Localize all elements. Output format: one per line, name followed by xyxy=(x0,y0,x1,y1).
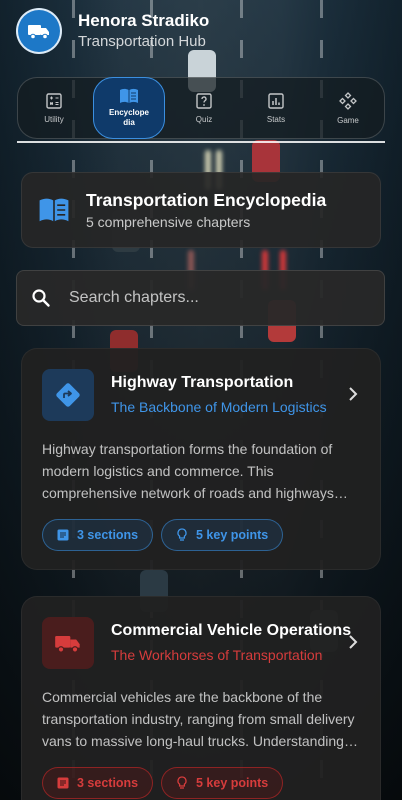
nav-label: Utility xyxy=(44,114,64,124)
search-bar xyxy=(16,270,385,326)
chapter-icon-box xyxy=(42,369,94,421)
gamepad-icon xyxy=(339,91,357,110)
chapter-subtitle: The Workhorses of Transportation xyxy=(111,647,323,663)
book-icon xyxy=(120,88,138,103)
nav-item-encyclopedia[interactable]: Encyclope dia xyxy=(93,77,165,139)
page-title: Transportation Encyclopedia xyxy=(86,190,327,210)
sections-badge: 3 sections xyxy=(42,519,154,551)
nav-item-utility[interactable]: Utility xyxy=(21,79,87,137)
nav-label: Game xyxy=(337,115,359,125)
sections-count: 3 sections xyxy=(77,528,139,542)
chevron-right-icon[interactable] xyxy=(348,386,358,402)
key-points-badge: 5 key points xyxy=(161,519,284,551)
app-header: Henora Stradiko Transportation Hub xyxy=(16,8,209,54)
key-points-badge: 5 key points xyxy=(161,767,284,799)
page-subtitle: 5 comprehensive chapters xyxy=(86,214,251,230)
lightbulb-icon xyxy=(177,528,187,541)
nav-item-game[interactable]: Game xyxy=(315,79,381,137)
main-nav: Utility Encyclope dia Quiz Stats Game xyxy=(17,77,385,139)
key-points-count: 5 key points xyxy=(196,776,269,790)
directions-icon xyxy=(56,383,80,407)
nav-divider xyxy=(17,141,385,143)
app-logo[interactable] xyxy=(16,8,62,54)
nav-label: Stats xyxy=(266,114,286,124)
sections-count: 3 sections xyxy=(77,776,139,790)
chapter-card-highway[interactable]: Highway Transportation The Backbone of M… xyxy=(21,348,381,570)
chapter-title: Highway Transportation xyxy=(111,374,294,391)
app-name: Henora Stradiko xyxy=(78,11,210,30)
search-input[interactable] xyxy=(69,289,349,307)
lightbulb-icon xyxy=(177,776,187,789)
nav-item-quiz[interactable]: Quiz xyxy=(171,79,237,137)
chapter-icon-box xyxy=(42,617,94,669)
chart-icon xyxy=(268,92,284,109)
key-points-count: 5 key points xyxy=(196,528,269,542)
chapter-description: Highway transportation forms the foundat… xyxy=(42,441,334,501)
chevron-right-icon[interactable] xyxy=(348,634,358,650)
book-icon xyxy=(39,198,69,222)
app-subtitle: Transportation Hub xyxy=(78,33,206,50)
chapter-title: Commercial Vehicle Operations xyxy=(111,622,352,639)
search-icon xyxy=(32,289,50,307)
calculator-icon xyxy=(46,92,62,109)
encyclopedia-header-card: Transportation Encyclopedia 5 comprehens… xyxy=(21,172,381,248)
nav-label: Quiz xyxy=(195,114,213,124)
chapter-description: Commercial vehicles are the backbone of … xyxy=(42,689,355,749)
article-icon xyxy=(57,529,69,541)
quiz-icon xyxy=(196,92,212,109)
chapter-subtitle: The Backbone of Modern Logistics xyxy=(111,399,327,415)
chapter-card-commercial[interactable]: Commercial Vehicle Operations The Workho… xyxy=(21,596,381,800)
nav-label: Encyclope dia xyxy=(108,108,149,127)
article-icon xyxy=(57,777,69,789)
truck-icon xyxy=(28,25,49,40)
truck-icon xyxy=(55,636,80,653)
nav-item-stats[interactable]: Stats xyxy=(243,79,309,137)
sections-badge: 3 sections xyxy=(42,767,154,799)
